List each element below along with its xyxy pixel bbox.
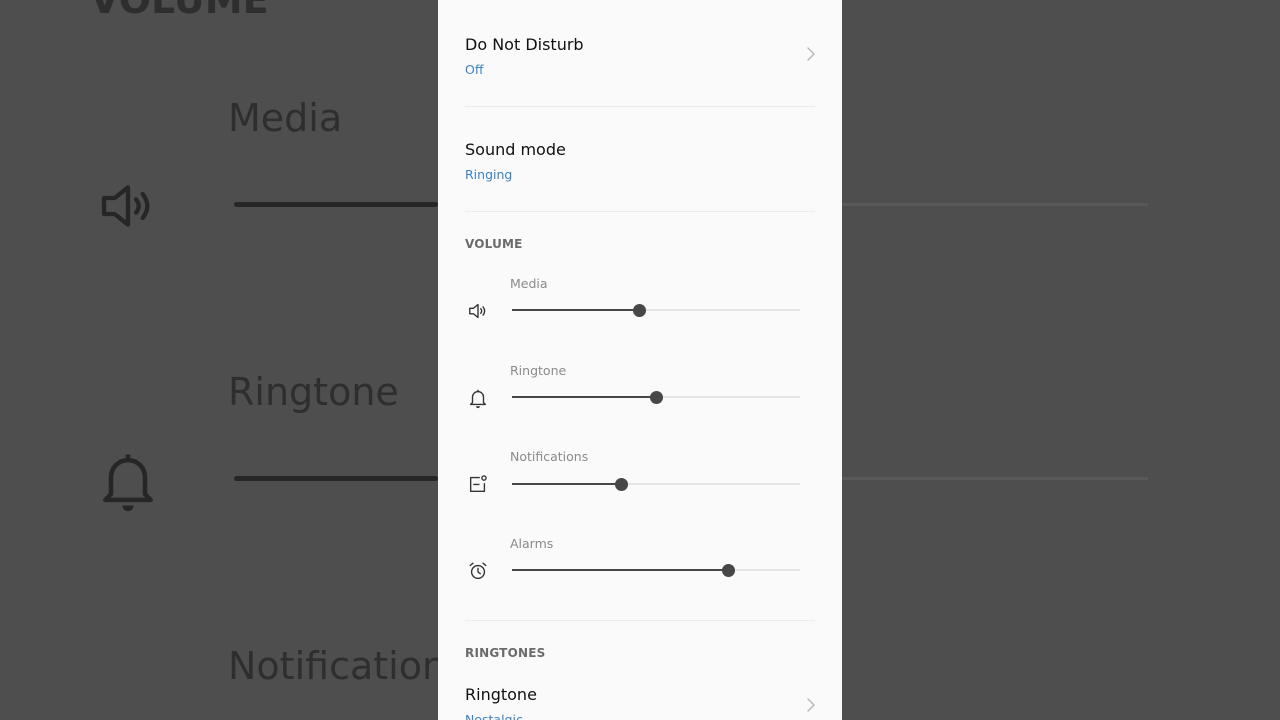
sound-mode-value: Ringing [465,167,513,182]
alarms-volume-label: Alarms [510,536,554,551]
ringtone-volume-slider[interactable] [512,391,800,404]
media-volume-slider[interactable] [512,304,800,317]
divider [465,211,815,212]
background-ringtone-slider [234,476,438,481]
background-ringtone-label: Ringtone [228,370,399,414]
slider-fill [512,569,728,571]
notifications-volume-slider[interactable] [512,478,800,491]
ringtones-section-heading: RINGTONES [465,646,546,660]
ringtone-value: Nostalgic [465,712,523,720]
background-notifications-label: Notifications [228,644,466,688]
background-media-slider-track [842,203,1148,206]
chevron-right-icon [807,698,815,712]
notifications-volume-label: Notifications [510,449,589,464]
speaker-icon [469,303,486,319]
volume-section-heading: VOLUME [465,237,523,251]
sound-mode-title: Sound mode [465,140,566,159]
sound-settings-panel: Do Not Disturb Off Sound mode Ringing VO… [438,0,842,720]
notification-icon [469,475,487,493]
ringtone-title: Ringtone [465,685,537,704]
background-bell-icon [103,454,153,512]
do-not-disturb-value: Off [465,62,484,77]
sound-mode-row[interactable]: Sound mode Ringing [465,140,815,182]
slider-fill [512,483,622,485]
background-heading: VOLUME [90,0,269,22]
divider [465,106,815,107]
slider-thumb[interactable] [722,564,735,577]
slider-fill [512,396,656,398]
alarms-volume-slider[interactable] [512,564,800,577]
background-ringtone-slider-track [842,477,1148,480]
background-media-slider [234,202,438,207]
slider-fill [512,309,639,311]
slider-thumb[interactable] [650,391,663,404]
ringtone-volume-label: Ringtone [510,363,567,378]
do-not-disturb-title: Do Not Disturb [465,35,584,54]
ringtone-row[interactable]: Ringtone Nostalgic [465,685,815,720]
background-media-label: Media [228,96,343,140]
do-not-disturb-row[interactable]: Do Not Disturb Off [465,35,815,77]
background-speaker-icon [101,185,150,227]
media-volume-label: Media [510,276,548,291]
slider-thumb[interactable] [615,478,629,491]
chevron-right-icon [807,47,815,61]
divider [465,620,815,621]
slider-thumb[interactable] [632,304,646,317]
alarm-clock-icon [469,562,487,580]
bell-icon [469,389,487,409]
